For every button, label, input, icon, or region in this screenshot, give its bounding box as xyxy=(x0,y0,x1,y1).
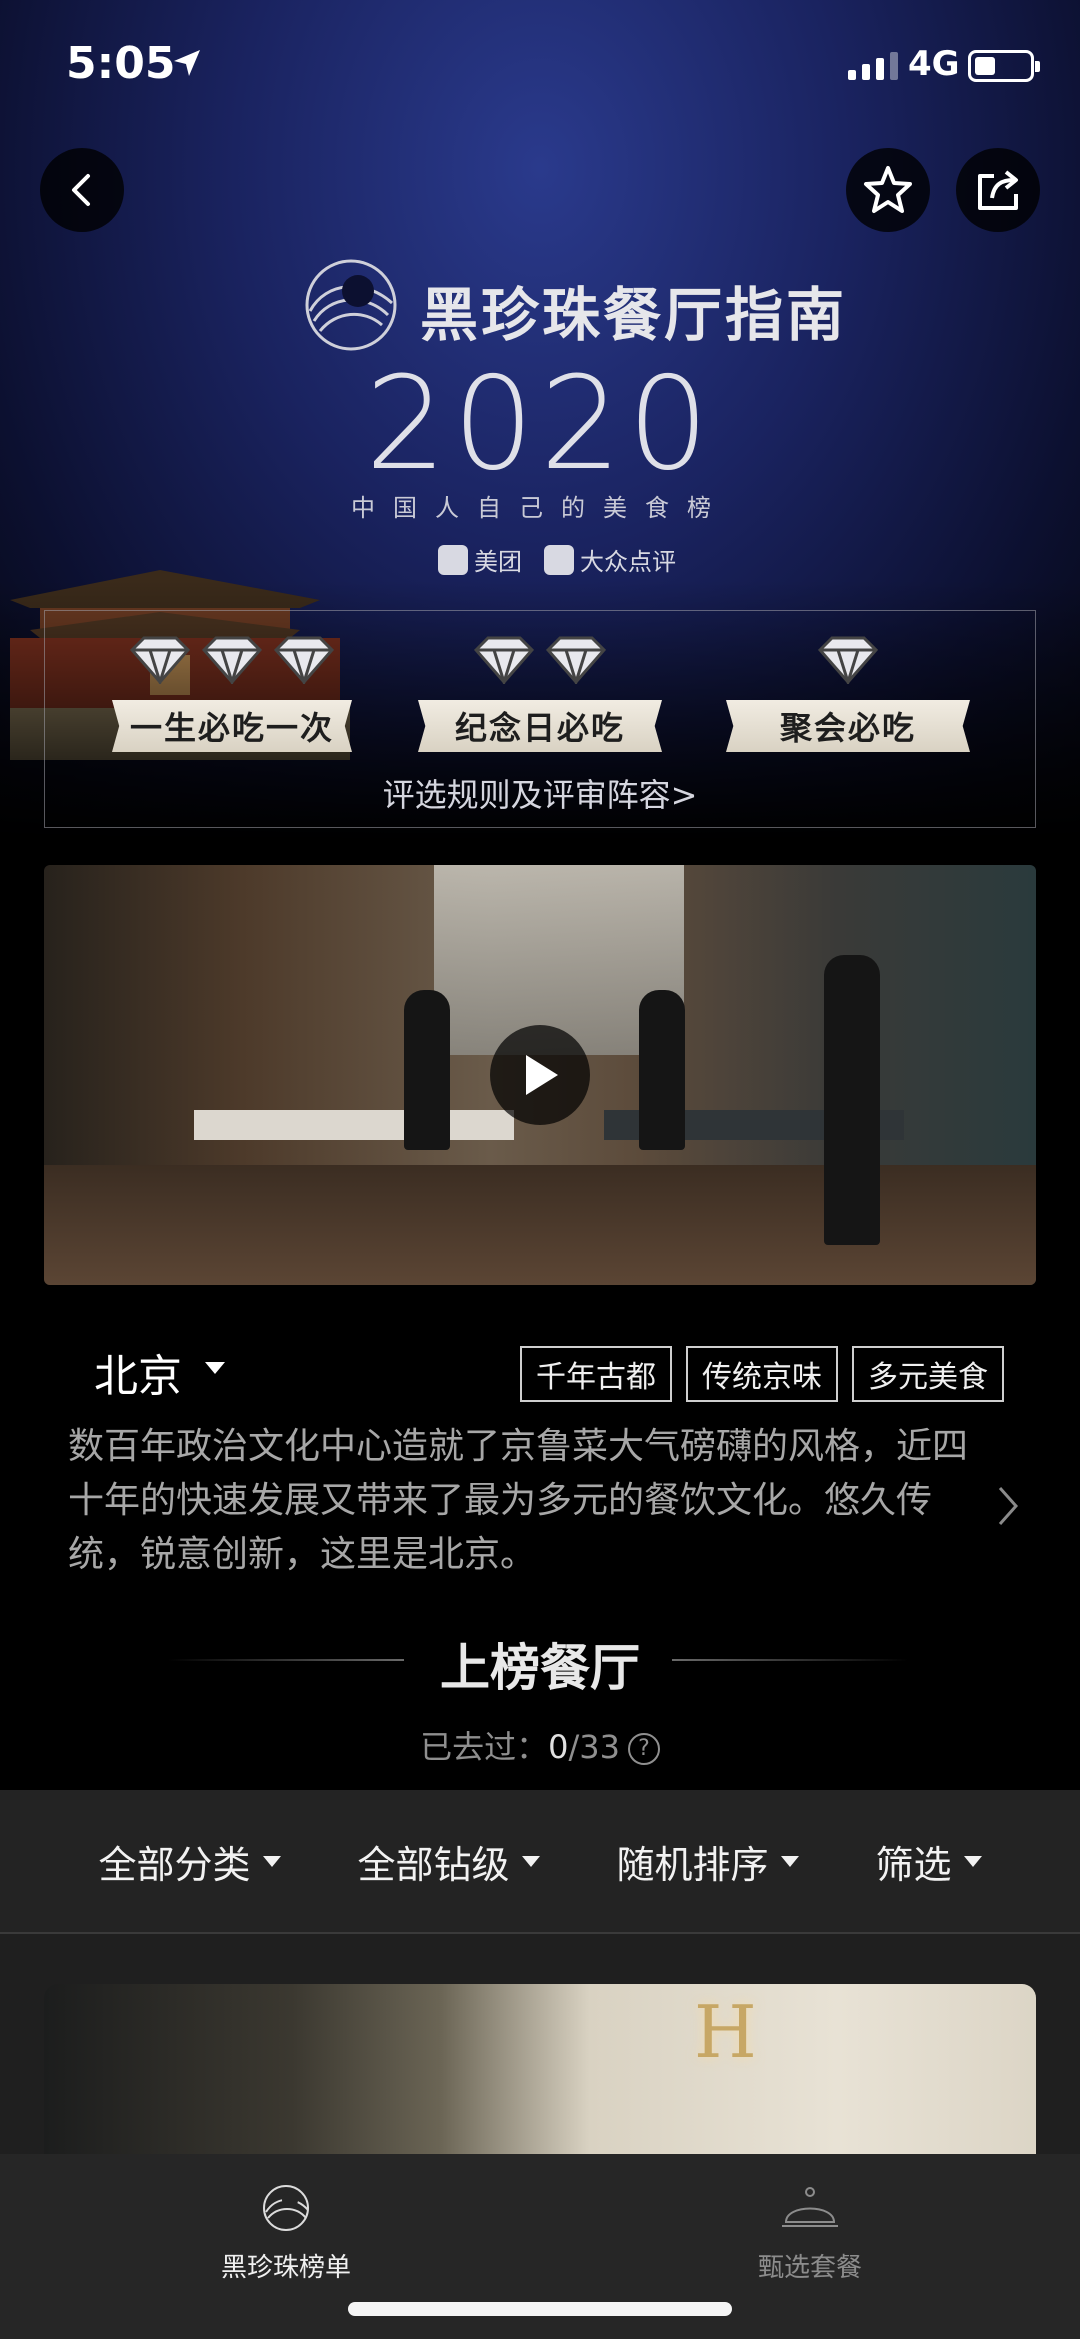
signal-icon xyxy=(848,52,898,80)
status-bar: 5:05 4G xyxy=(0,0,1080,130)
dianping-icon xyxy=(544,544,574,575)
video-table xyxy=(194,1110,514,1140)
tab-selected-packages[interactable]: 甄选套餐 xyxy=(720,2182,900,2284)
guide-title: 黑珍珠餐厅指南 xyxy=(420,281,848,349)
meituan-logo: 美团 xyxy=(438,542,522,577)
diamond-icon xyxy=(273,636,335,684)
video-floor xyxy=(44,1165,1036,1285)
diamond-icon xyxy=(129,636,191,684)
tab-label: 黑珍珠榜单 xyxy=(220,2253,351,2283)
chevron-left-icon xyxy=(72,174,90,206)
diamond-icons xyxy=(726,636,970,684)
video-waiter xyxy=(404,990,450,1150)
help-icon[interactable]: ? xyxy=(627,1733,660,1765)
diamond-icons xyxy=(418,636,662,684)
video-waiter xyxy=(824,955,880,1245)
tier-label: 一生必吃一次 xyxy=(112,700,352,752)
visited-count: 已去过：0/33? xyxy=(0,1722,1080,1768)
caret-down-icon xyxy=(780,1855,799,1867)
back-button[interactable] xyxy=(40,148,124,232)
diamond-icons xyxy=(112,636,352,684)
tier-label: 纪念日必吃 xyxy=(418,700,662,752)
star-icon xyxy=(864,166,912,213)
caret-down-icon[interactable] xyxy=(205,1362,225,1374)
status-time: 5:05 xyxy=(66,38,176,89)
share-icon xyxy=(978,170,1018,210)
share-button[interactable] xyxy=(956,148,1040,232)
black-pearl-logo-icon xyxy=(305,259,397,351)
city-description[interactable]: 数百年政治文化中心造就了京鲁菜大气磅礴的风格，近四十年的快速发展又带来了最为多元… xyxy=(68,1420,988,1582)
rules-link[interactable]: 评选规则及评审阵容> xyxy=(0,770,1080,816)
tier-label: 聚会必吃 xyxy=(726,700,970,752)
restaurant-card[interactable]: H xyxy=(44,1984,1036,2154)
restaurant-logo-image: H xyxy=(694,1990,757,2074)
city-selector[interactable]: 北京 xyxy=(94,1340,182,1404)
tab-black-pearl-list[interactable]: 黑珍珠榜单 xyxy=(196,2182,376,2284)
cloche-icon xyxy=(782,2187,838,2227)
hero-banner: 5:05 4G 黑珍珠餐厅指南 2020 中国人自己的美食榜 美团 大众点评 一… xyxy=(0,0,1080,840)
diamond-icon xyxy=(201,636,263,684)
chevron-right-icon[interactable] xyxy=(996,1484,1020,1528)
city-tag: 多元美食 xyxy=(852,1346,1004,1402)
filter-sort[interactable]: 随机排序 xyxy=(616,1834,799,1889)
title-line-right xyxy=(672,1659,908,1661)
diamond-icon xyxy=(817,636,879,684)
guide-year: 2020 xyxy=(365,350,715,499)
city-row: 北京 千年古都 传统京味 多元美食 xyxy=(0,1340,1080,1402)
location-arrow-icon xyxy=(174,50,200,76)
play-button[interactable] xyxy=(490,1025,590,1125)
pearl-logo-icon xyxy=(263,2185,309,2231)
meituan-icon xyxy=(438,544,468,575)
filter-more[interactable]: 筛选 xyxy=(875,1834,982,1889)
diamond-icon xyxy=(545,636,607,684)
home-indicator[interactable] xyxy=(348,2302,732,2316)
city-tag: 传统京味 xyxy=(686,1346,838,1402)
city-tag: 千年古都 xyxy=(520,1346,672,1402)
caret-down-icon xyxy=(262,1855,281,1867)
video-waiter xyxy=(639,990,685,1150)
tier-three-diamond: 一生必吃一次 xyxy=(112,636,352,752)
tier-two-diamond: 纪念日必吃 xyxy=(418,636,662,752)
network-label: 4G xyxy=(908,44,960,84)
promo-video[interactable] xyxy=(44,865,1036,1285)
section-title: 上榜餐厅 xyxy=(440,1639,640,1697)
caret-down-icon xyxy=(521,1855,540,1867)
filter-category[interactable]: 全部分类 xyxy=(98,1834,281,1889)
caret-down-icon xyxy=(963,1855,982,1867)
filter-diamond-level[interactable]: 全部钻级 xyxy=(357,1834,540,1889)
diamond-icon xyxy=(473,636,535,684)
tab-label: 甄选套餐 xyxy=(757,2253,862,2283)
tier-one-diamond: 聚会必吃 xyxy=(726,636,970,752)
favorite-button[interactable] xyxy=(846,148,930,232)
city-tags: 千年古都 传统京味 多元美食 xyxy=(520,1346,1004,1402)
filter-bar: 全部分类 全部钻级 随机排序 筛选 xyxy=(0,1790,1080,1932)
dianping-logo: 大众点评 xyxy=(544,542,676,577)
guide-slogan: 中国人自己的美食榜 xyxy=(351,494,729,522)
play-icon xyxy=(526,1055,558,1095)
partner-logos: 美团 大众点评 xyxy=(438,542,676,577)
battery-icon xyxy=(968,50,1040,82)
